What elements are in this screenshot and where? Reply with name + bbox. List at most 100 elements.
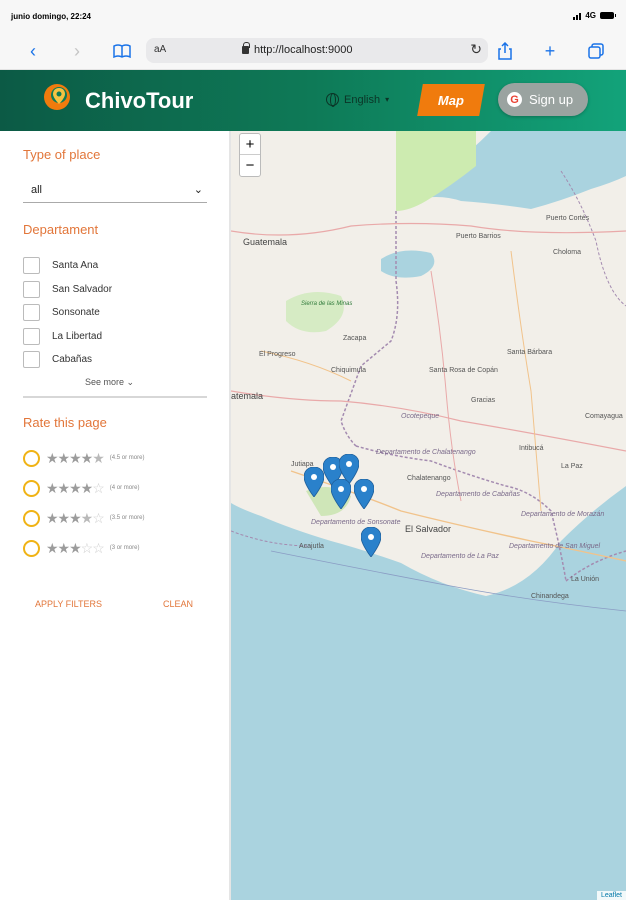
map-label: Departamento de Cabañas <box>436 491 521 498</box>
rating-radio[interactable] <box>23 539 40 557</box>
map-label: Acajutla <box>299 543 324 550</box>
signal-icon <box>573 12 582 20</box>
location-marker-icon[interactable] <box>361 527 381 557</box>
rating-radio[interactable] <box>23 509 40 527</box>
department-checkbox[interactable] <box>23 327 40 345</box>
location-marker-icon[interactable] <box>331 479 351 509</box>
rating-note: (3.5 or more) <box>109 515 145 521</box>
language-label: English <box>344 93 381 106</box>
type-of-place-value: all <box>31 184 43 196</box>
brand-name[interactable]: ChivoTour <box>85 88 193 114</box>
chevron-down-icon: ⌄ <box>193 184 203 196</box>
rating-radio[interactable] <box>23 449 40 467</box>
rating-note: (4 or more) <box>109 485 140 491</box>
chivotour-logo-icon[interactable] <box>42 82 72 116</box>
map-label: Chalatenango <box>407 475 451 482</box>
map-label: Departamento de San Miguel <box>509 543 601 550</box>
clean-button[interactable]: CLEAN <box>163 599 193 609</box>
map-label: Chinandega <box>531 593 569 600</box>
google-icon: G <box>507 92 522 107</box>
map-label: Guatemala <box>243 237 288 247</box>
share-icon[interactable] <box>494 40 516 62</box>
department-label: Santa Ana <box>52 260 99 272</box>
map-label: Choloma <box>553 249 582 256</box>
map-label: Departamento de Chalatenango <box>376 449 476 456</box>
location-marker-icon[interactable] <box>304 467 324 497</box>
rate-title: Rate this page <box>23 415 107 430</box>
zoom-out-button[interactable]: − <box>240 155 260 176</box>
globe-icon <box>326 93 339 107</box>
map-label: El Salvador <box>405 524 452 534</box>
map-label: Santa Bárbara <box>507 349 553 356</box>
map-label: El Progreso <box>259 351 296 358</box>
type-of-place-select[interactable]: all ⌄ <box>23 181 207 203</box>
rating-list: ★★★★★ (4.5 or more) ★★★★☆ (4 or more) ★★★★… <box>23 443 213 563</box>
map-label: Ocotepeque <box>401 413 440 420</box>
star-rating-icon: ★★★☆☆ <box>46 539 105 556</box>
map-label: Departamento de La Paz <box>421 553 499 560</box>
url-text: http://localhost:9000 <box>254 44 353 56</box>
divider <box>23 396 207 398</box>
signup-button[interactable]: G Sign up <box>498 83 588 116</box>
department-item[interactable]: La Libertad <box>23 325 207 349</box>
map-label: Gracias <box>471 397 496 404</box>
star-rating-icon: ★★★★★ <box>46 449 105 466</box>
rating-option[interactable]: ★★★☆☆ (3 or more) <box>23 533 213 563</box>
department-label: San Salvador <box>52 283 113 295</box>
rating-note: (3 or more) <box>109 545 140 551</box>
department-label: La Libertad <box>52 330 103 342</box>
map-label: La Unión <box>571 576 600 583</box>
apply-filters-button[interactable]: APPLY FILTERS <box>35 599 102 609</box>
forward-icon[interactable]: › <box>66 40 88 62</box>
filters-sidebar: Type of place all ⌄ Departament Santa An… <box>0 131 231 900</box>
zoom-in-button[interactable]: + <box>240 134 260 155</box>
back-icon[interactable]: ‹ <box>22 40 44 62</box>
tabs-icon[interactable] <box>585 40 607 62</box>
rating-option[interactable]: ★★★★☆ (3.5 or more) <box>23 503 213 533</box>
leaflet-attribution[interactable]: Leaflet <box>596 891 626 900</box>
status-indicators: 4G <box>573 11 616 20</box>
language-selector[interactable]: English ▾ <box>326 93 390 107</box>
battery-icon <box>600 12 616 19</box>
map-label: La Paz <box>561 463 583 470</box>
map-label: Puerto Barrios <box>456 233 501 240</box>
rating-radio[interactable] <box>23 479 40 497</box>
department-item[interactable]: Cabañas <box>23 348 207 372</box>
department-checkbox[interactable] <box>23 280 40 298</box>
map-view[interactable]: + − Guatemala Puerto Barrios Puerto Cort… <box>231 131 626 900</box>
department-label: Sonsonate <box>52 307 100 319</box>
network-label: 4G <box>585 11 596 20</box>
map-button[interactable]: Map <box>417 84 485 116</box>
lock-icon <box>242 42 250 54</box>
new-tab-icon[interactable]: + <box>539 40 561 62</box>
status-bar: junio domingo, 22:24 4G <box>0 0 626 32</box>
bookmarks-icon[interactable] <box>111 40 133 62</box>
map-label: Sierra de las Minas <box>301 301 353 307</box>
department-checkbox[interactable] <box>23 351 40 369</box>
see-more-link[interactable]: See more ⌄ <box>85 377 134 388</box>
map-label: Santa Rosa de Copán <box>429 367 498 374</box>
rating-option[interactable]: ★★★★★ (4.5 or more) <box>23 443 213 473</box>
star-rating-icon: ★★★★☆ <box>46 479 105 496</box>
department-item[interactable]: Sonsonate <box>23 301 207 325</box>
department-checkbox[interactable] <box>23 304 40 322</box>
rating-option[interactable]: ★★★★☆ (4 or more) <box>23 473 213 503</box>
department-checkbox[interactable] <box>23 257 40 275</box>
address-bar[interactable]: aA http://localhost:9000 ↻ <box>146 38 488 63</box>
map-label: atemala <box>231 391 264 401</box>
department-item[interactable]: Santa Ana <box>23 254 207 278</box>
map-label: Departamento de Morazán <box>521 511 605 518</box>
department-list: Santa Ana San Salvador Sonsonate La Libe… <box>23 254 207 372</box>
zoom-control: + − <box>239 133 261 177</box>
reload-icon[interactable]: ↻ <box>470 41 482 58</box>
department-label: Cabañas <box>52 354 93 366</box>
text-size-button[interactable]: aA <box>154 44 166 55</box>
app-header: ChivoTour English ▾ Map G Sign up <box>0 70 626 131</box>
star-rating-icon: ★★★★☆ <box>46 509 105 526</box>
location-marker-icon[interactable] <box>354 479 374 509</box>
department-item[interactable]: San Salvador <box>23 278 207 302</box>
chevron-down-icon: ⌄ <box>126 377 135 387</box>
map-label: Comayagua <box>585 413 623 420</box>
signup-label: Sign up <box>529 92 574 107</box>
chevron-down-icon: ▾ <box>385 95 390 104</box>
